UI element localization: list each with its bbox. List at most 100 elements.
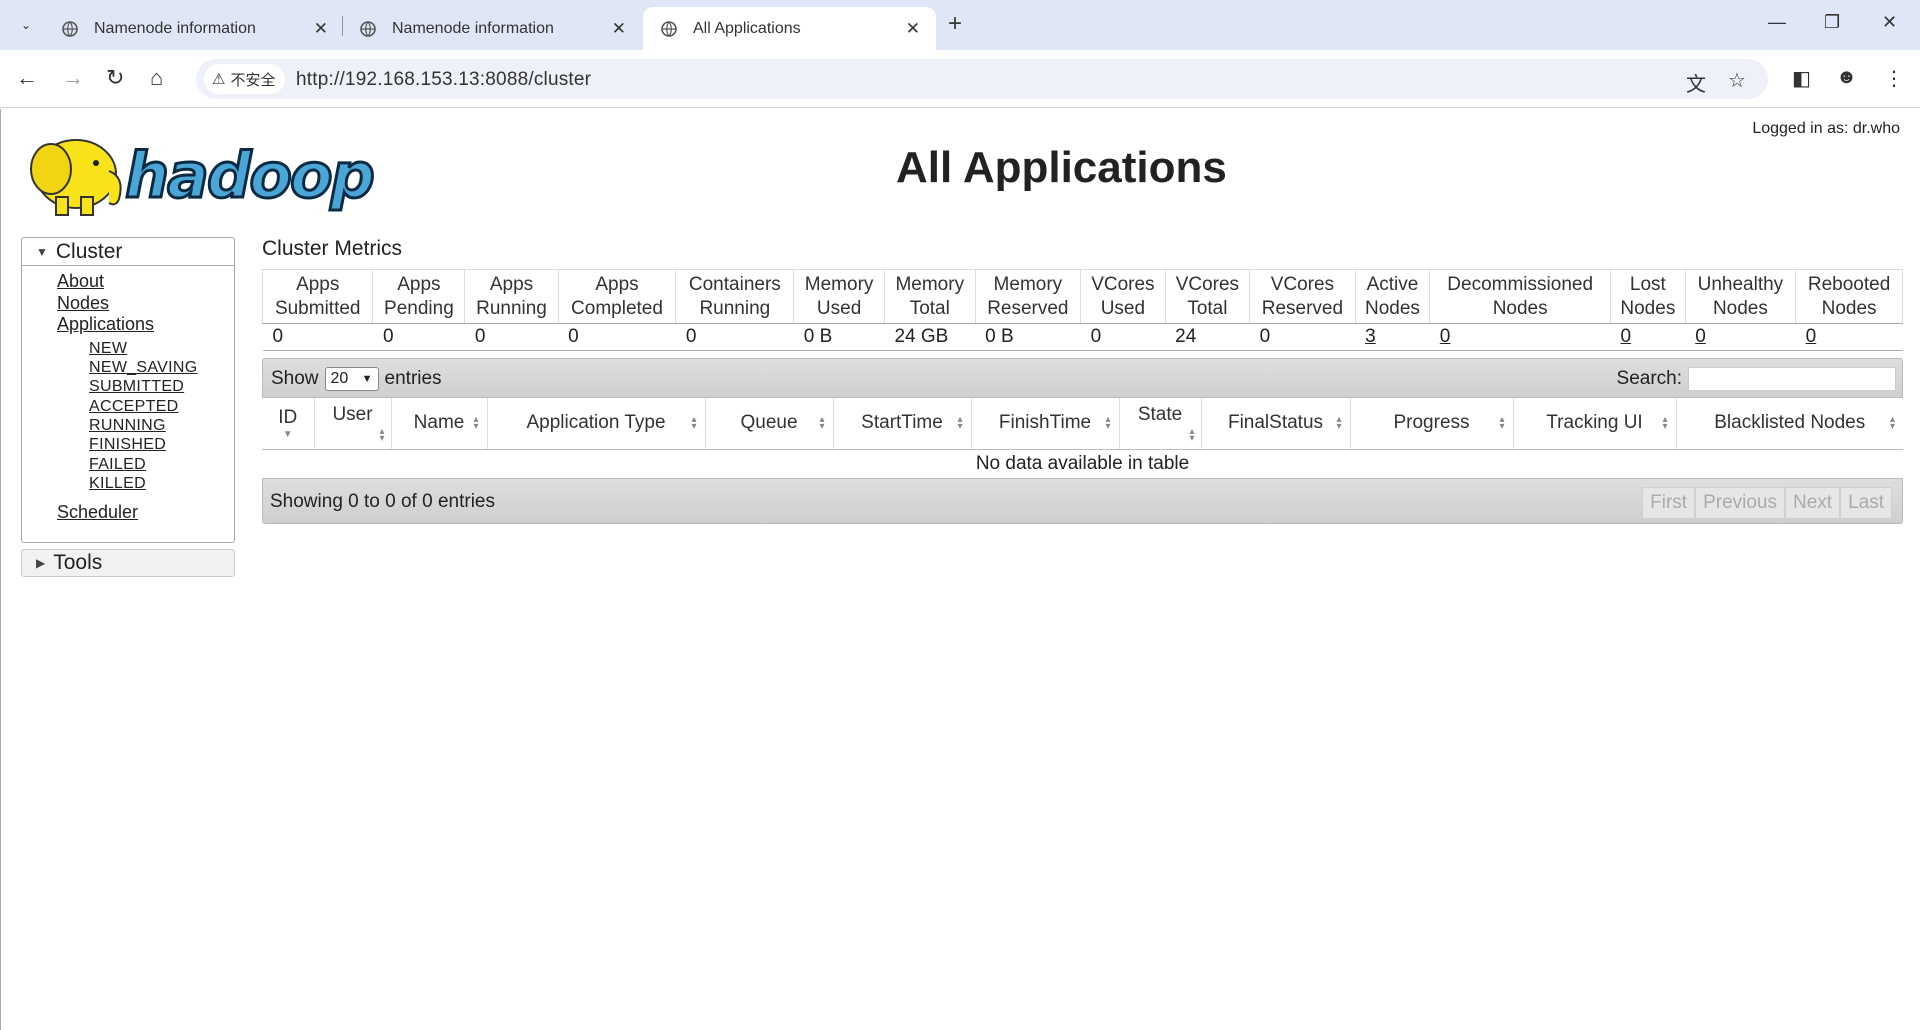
metrics-value: 0 <box>474 326 486 347</box>
close-icon[interactable]: ✕ <box>314 19 328 39</box>
tab-namenode-1[interactable]: Namenode information ✕ <box>44 7 344 50</box>
search-input[interactable] <box>1688 367 1896 391</box>
sort-icon: ▴ ▾ <box>1499 414 1505 433</box>
sort-icon: ▴ ▾ <box>1336 414 1342 433</box>
entries-select[interactable]: 20 ▼ <box>324 367 379 391</box>
nav-nodes[interactable]: Nodes <box>57 293 109 314</box>
column-header[interactable]: Name ▴ ▾ <box>391 398 488 450</box>
restore-icon[interactable]: ❐ <box>1824 12 1840 33</box>
metrics-value-cell: 0 <box>1795 323 1903 351</box>
metrics-header-text: Containers <box>688 273 781 295</box>
metrics-value-cell: 0 <box>1249 323 1356 351</box>
triangle-right-icon: ▶ <box>36 556 46 570</box>
metrics-value-link[interactable]: 0 <box>1621 326 1632 347</box>
column-header[interactable]: User ▴ ▾ <box>314 398 392 450</box>
column-header[interactable]: FinalStatus ▴ ▾ <box>1201 398 1351 450</box>
metrics-header-cell: Apps Running <box>464 269 559 324</box>
metrics-header-cell: Rebooted Nodes <box>1795 269 1903 324</box>
metrics-value-link[interactable]: 0 <box>1440 326 1451 347</box>
metrics-header-text: Completed <box>571 297 663 319</box>
nav-scheduler[interactable]: Scheduler <box>57 502 138 523</box>
column-header[interactable]: Progress ▴ ▾ <box>1350 398 1514 450</box>
column-header[interactable]: ID ▼ <box>262 398 315 450</box>
cluster-metrics-table: Apps Submitted Apps Pending Apps Running Apps C… <box>261 269 1903 351</box>
tab-title: Namenode information <box>94 19 256 37</box>
metrics-header-text: Used <box>816 297 862 319</box>
metrics-header-text: Running <box>476 297 547 319</box>
nav-state-finished[interactable]: FINISHED <box>89 436 166 454</box>
column-header[interactable]: StartTime ▴ ▾ <box>833 398 972 450</box>
minimize-icon[interactable]: — <box>1768 12 1786 33</box>
nav-state-accepted[interactable]: ACCEPTED <box>89 398 179 416</box>
metrics-value-link[interactable]: 0 <box>1695 326 1706 347</box>
home-icon[interactable]: ⌂ <box>150 65 163 91</box>
side-panel-icon[interactable]: ◧ <box>1792 66 1811 91</box>
column-header[interactable]: Queue ▴ ▾ <box>705 398 834 450</box>
nav-state-submitted[interactable]: SUBMITTED <box>89 378 184 396</box>
metrics-header-cell: Apps Pending <box>372 269 466 324</box>
column-header[interactable]: FinishTime ▴ ▾ <box>971 398 1120 450</box>
column-header[interactable]: Application Type ▴ ▾ <box>487 398 706 450</box>
cluster-menu-header[interactable]: ▼ Cluster <box>22 238 234 266</box>
profile-avatar-icon[interactable]: ☻ <box>1836 66 1857 89</box>
nav-state-running[interactable]: RUNNING <box>89 417 166 435</box>
metrics-value-link[interactable]: 0 <box>1806 326 1817 347</box>
metrics-header-text: Used <box>1100 297 1146 319</box>
security-chip[interactable]: ⚠ 不安全 <box>204 64 286 94</box>
bookmark-star-icon[interactable]: ☆ <box>1728 68 1746 93</box>
column-header-label: Application Type <box>526 412 666 434</box>
column-header[interactable]: Tracking UI ▴ ▾ <box>1513 398 1677 450</box>
metrics-value-cell: 3 <box>1355 323 1430 351</box>
tab-search-chevron-icon[interactable]: ⌄ <box>13 12 39 38</box>
metrics-value: 0 <box>272 326 284 347</box>
translate-icon[interactable]: 文 <box>1686 68 1706 97</box>
reload-icon[interactable]: ↻ <box>106 65 124 91</box>
close-icon[interactable]: ✕ <box>906 19 920 39</box>
metrics-value-cell: 0 <box>1080 323 1166 351</box>
metrics-value: 0 B <box>985 326 1014 347</box>
metrics-value: 0 <box>685 326 697 347</box>
column-header-label: State <box>1137 404 1183 426</box>
metrics-header-text: Memory <box>804 273 874 295</box>
column-header[interactable]: State ▴ ▾ <box>1119 398 1202 450</box>
more-menu-icon[interactable]: ⋮ <box>1884 66 1904 91</box>
tools-label: Tools <box>53 551 103 574</box>
metrics-header-text: Pending <box>384 297 454 319</box>
metrics-header-cell: Lost Nodes <box>1610 269 1686 324</box>
tools-menu-header[interactable]: ▶ Tools <box>21 549 235 577</box>
pager-first-button[interactable]: First <box>1642 487 1696 519</box>
metrics-header-text: Memory <box>895 273 965 295</box>
metrics-header-text: Nodes <box>1620 297 1676 319</box>
triangle-down-icon: ▼ <box>36 244 48 259</box>
close-icon[interactable]: ✕ <box>612 19 626 39</box>
forward-arrow-icon[interactable]: → <box>62 65 84 91</box>
column-header-label: Progress <box>1393 412 1470 434</box>
nav-state-failed[interactable]: FAILED <box>89 456 146 474</box>
tab-namenode-2[interactable]: Namenode information ✕ <box>342 7 642 50</box>
metrics-value: 0 <box>1259 326 1271 347</box>
pager-last-button[interactable]: Last <box>1840 487 1892 519</box>
window-close-icon[interactable]: ✕ <box>1882 12 1897 33</box>
metrics-header-text: Running <box>699 297 771 319</box>
sort-descending-icon: ▼ <box>282 429 293 441</box>
address-bar[interactable]: ⚠ 不安全 http://192.168.153.13:8088/cluster… <box>196 59 1768 99</box>
nav-state-new-saving[interactable]: NEW_SAVING <box>89 359 198 377</box>
nav-state-new[interactable]: NEW <box>89 340 127 358</box>
url-text[interactable]: http://192.168.153.13:8088/cluster <box>296 69 591 91</box>
metrics-value-cell: 0 <box>1685 323 1796 351</box>
back-arrow-icon[interactable]: ← <box>16 65 38 91</box>
pager-previous-button[interactable]: Previous <box>1695 487 1785 519</box>
nav-about[interactable]: About <box>57 271 104 292</box>
column-header[interactable]: Blacklisted Nodes ▴ ▾ <box>1676 398 1903 450</box>
metrics-header-text: Decommissioned <box>1447 273 1594 295</box>
nav-applications[interactable]: Applications <box>57 314 154 335</box>
nav-state-killed[interactable]: KILLED <box>89 475 146 493</box>
page-content: Logged in as: dr.who hadoop All Applicat… <box>0 109 1920 1030</box>
pager-next-button[interactable]: Next <box>1785 487 1841 519</box>
metrics-header-cell: VCores Total <box>1164 269 1251 324</box>
tab-all-applications[interactable]: All Applications ✕ <box>643 7 936 50</box>
metrics-header-cell: Apps Submitted <box>261 269 374 324</box>
metrics-value-link[interactable]: 3 <box>1365 326 1376 347</box>
metrics-value: 0 <box>1090 326 1102 347</box>
new-tab-button[interactable]: + <box>948 10 962 38</box>
